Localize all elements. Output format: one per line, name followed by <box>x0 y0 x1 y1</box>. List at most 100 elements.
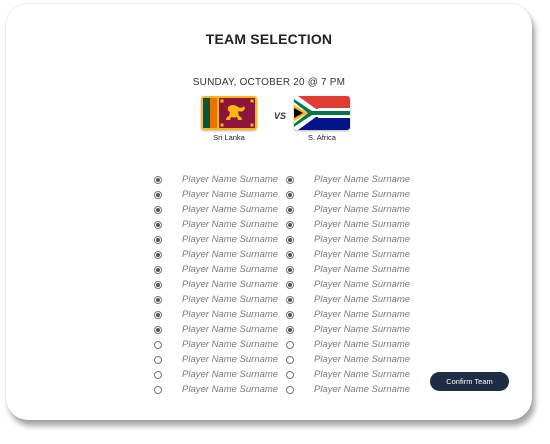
player-name: Player Name Surname <box>314 189 411 200</box>
team-1: Sri Lanka <box>194 96 264 142</box>
player-name: Player Name Surname <box>182 219 279 230</box>
player-row: Player Name Surname <box>286 352 410 367</box>
player-name: Player Name Surname <box>314 324 411 335</box>
player-radio[interactable] <box>154 310 162 319</box>
player-radio[interactable] <box>286 325 294 334</box>
player-name: Player Name Surname <box>314 369 411 380</box>
confirm-team-button[interactable]: Confirm Team <box>430 372 509 391</box>
player-name: Player Name Surname <box>314 174 411 185</box>
player-row: Player Name Surname <box>286 202 410 217</box>
player-radio[interactable] <box>286 190 294 199</box>
player-row: Player Name Surname <box>154 382 278 397</box>
player-name: Player Name Surname <box>182 384 279 395</box>
player-row: Player Name Surname <box>286 292 410 307</box>
player-radio[interactable] <box>154 370 162 379</box>
player-name: Player Name Surname <box>182 294 279 305</box>
player-row: Player Name Surname <box>154 232 278 247</box>
player-radio[interactable] <box>286 265 294 274</box>
player-row: Player Name Surname <box>286 247 410 262</box>
player-radio[interactable] <box>154 325 162 334</box>
player-row: Player Name Surname <box>286 337 410 352</box>
player-row: Player Name Surname <box>286 322 410 337</box>
player-radio[interactable] <box>154 235 162 244</box>
player-name: Player Name Surname <box>314 204 411 215</box>
player-row: Player Name Surname <box>154 322 278 337</box>
player-row: Player Name Surname <box>154 262 278 277</box>
player-radio[interactable] <box>286 235 294 244</box>
player-radio[interactable] <box>286 355 294 364</box>
player-radio[interactable] <box>154 340 162 349</box>
player-radio[interactable] <box>154 295 162 304</box>
player-radio[interactable] <box>154 205 162 214</box>
player-radio[interactable] <box>286 250 294 259</box>
player-radio[interactable] <box>286 280 294 289</box>
player-row: Player Name Surname <box>286 187 410 202</box>
player-radio[interactable] <box>286 205 294 214</box>
team-selection-card: TEAM SELECTION SUNDAY, OCTOBER 20 @ 7 PM… <box>6 4 532 420</box>
sri-lanka-flag-icon <box>201 96 257 130</box>
player-row: Player Name Surname <box>154 172 278 187</box>
player-name: Player Name Surname <box>314 294 411 305</box>
player-name: Player Name Surname <box>182 234 279 245</box>
player-name: Player Name Surname <box>314 219 411 230</box>
south-africa-flag-icon <box>294 96 350 130</box>
player-radio[interactable] <box>286 220 294 229</box>
player-row: Player Name Surname <box>286 307 410 322</box>
player-radio[interactable] <box>154 250 162 259</box>
player-name: Player Name Surname <box>314 339 411 350</box>
player-row: Player Name Surname <box>286 367 410 382</box>
player-row: Player Name Surname <box>154 292 278 307</box>
player-name: Player Name Surname <box>314 249 411 260</box>
player-radio[interactable] <box>154 385 162 394</box>
player-name: Player Name Surname <box>314 384 411 395</box>
team-1-name: Sri Lanka <box>213 133 245 142</box>
team-2-name: S. Africa <box>308 133 336 142</box>
player-name: Player Name Surname <box>182 369 279 380</box>
player-name: Player Name Surname <box>182 279 279 290</box>
player-row: Player Name Surname <box>154 277 278 292</box>
player-column-1: Player Name Surname Player Name Surname … <box>154 172 278 397</box>
player-column-2: Player Name Surname Player Name Surname … <box>286 172 410 397</box>
player-radio[interactable] <box>286 175 294 184</box>
player-name: Player Name Surname <box>314 234 411 245</box>
player-row: Player Name Surname <box>286 172 410 187</box>
player-name: Player Name Surname <box>182 204 279 215</box>
player-name: Player Name Surname <box>182 324 279 335</box>
player-name: Player Name Surname <box>314 279 411 290</box>
player-row: Player Name Surname <box>154 202 278 217</box>
player-row: Player Name Surname <box>154 367 278 382</box>
player-name: Player Name Surname <box>314 264 411 275</box>
player-name: Player Name Surname <box>182 249 279 260</box>
page-title: TEAM SELECTION <box>205 31 333 47</box>
player-radio[interactable] <box>286 340 294 349</box>
player-row: Player Name Surname <box>286 217 410 232</box>
player-name: Player Name Surname <box>314 309 411 320</box>
player-radio[interactable] <box>286 385 294 394</box>
player-radio[interactable] <box>154 220 162 229</box>
player-row: Player Name Surname <box>154 217 278 232</box>
player-row: Player Name Surname <box>286 262 410 277</box>
player-row: Player Name Surname <box>286 277 410 292</box>
player-radio[interactable] <box>154 265 162 274</box>
player-radio[interactable] <box>286 310 294 319</box>
player-row: Player Name Surname <box>286 382 410 397</box>
player-row: Player Name Surname <box>154 337 278 352</box>
player-radio[interactable] <box>154 175 162 184</box>
player-name: Player Name Surname <box>314 354 411 365</box>
player-row: Player Name Surname <box>154 352 278 367</box>
player-name: Player Name Surname <box>182 264 279 275</box>
player-row: Player Name Surname <box>286 232 410 247</box>
match-date: SUNDAY, OCTOBER 20 @ 7 PM <box>192 77 346 88</box>
player-radio[interactable] <box>286 295 294 304</box>
player-radio[interactable] <box>154 355 162 364</box>
player-row: Player Name Surname <box>154 307 278 322</box>
player-name: Player Name Surname <box>182 339 279 350</box>
player-name: Player Name Surname <box>182 189 279 200</box>
player-row: Player Name Surname <box>154 247 278 262</box>
player-radio[interactable] <box>154 280 162 289</box>
player-row: Player Name Surname <box>154 187 278 202</box>
player-radio[interactable] <box>286 370 294 379</box>
player-radio[interactable] <box>154 190 162 199</box>
player-name: Player Name Surname <box>182 174 279 185</box>
player-name: Player Name Surname <box>182 309 279 320</box>
